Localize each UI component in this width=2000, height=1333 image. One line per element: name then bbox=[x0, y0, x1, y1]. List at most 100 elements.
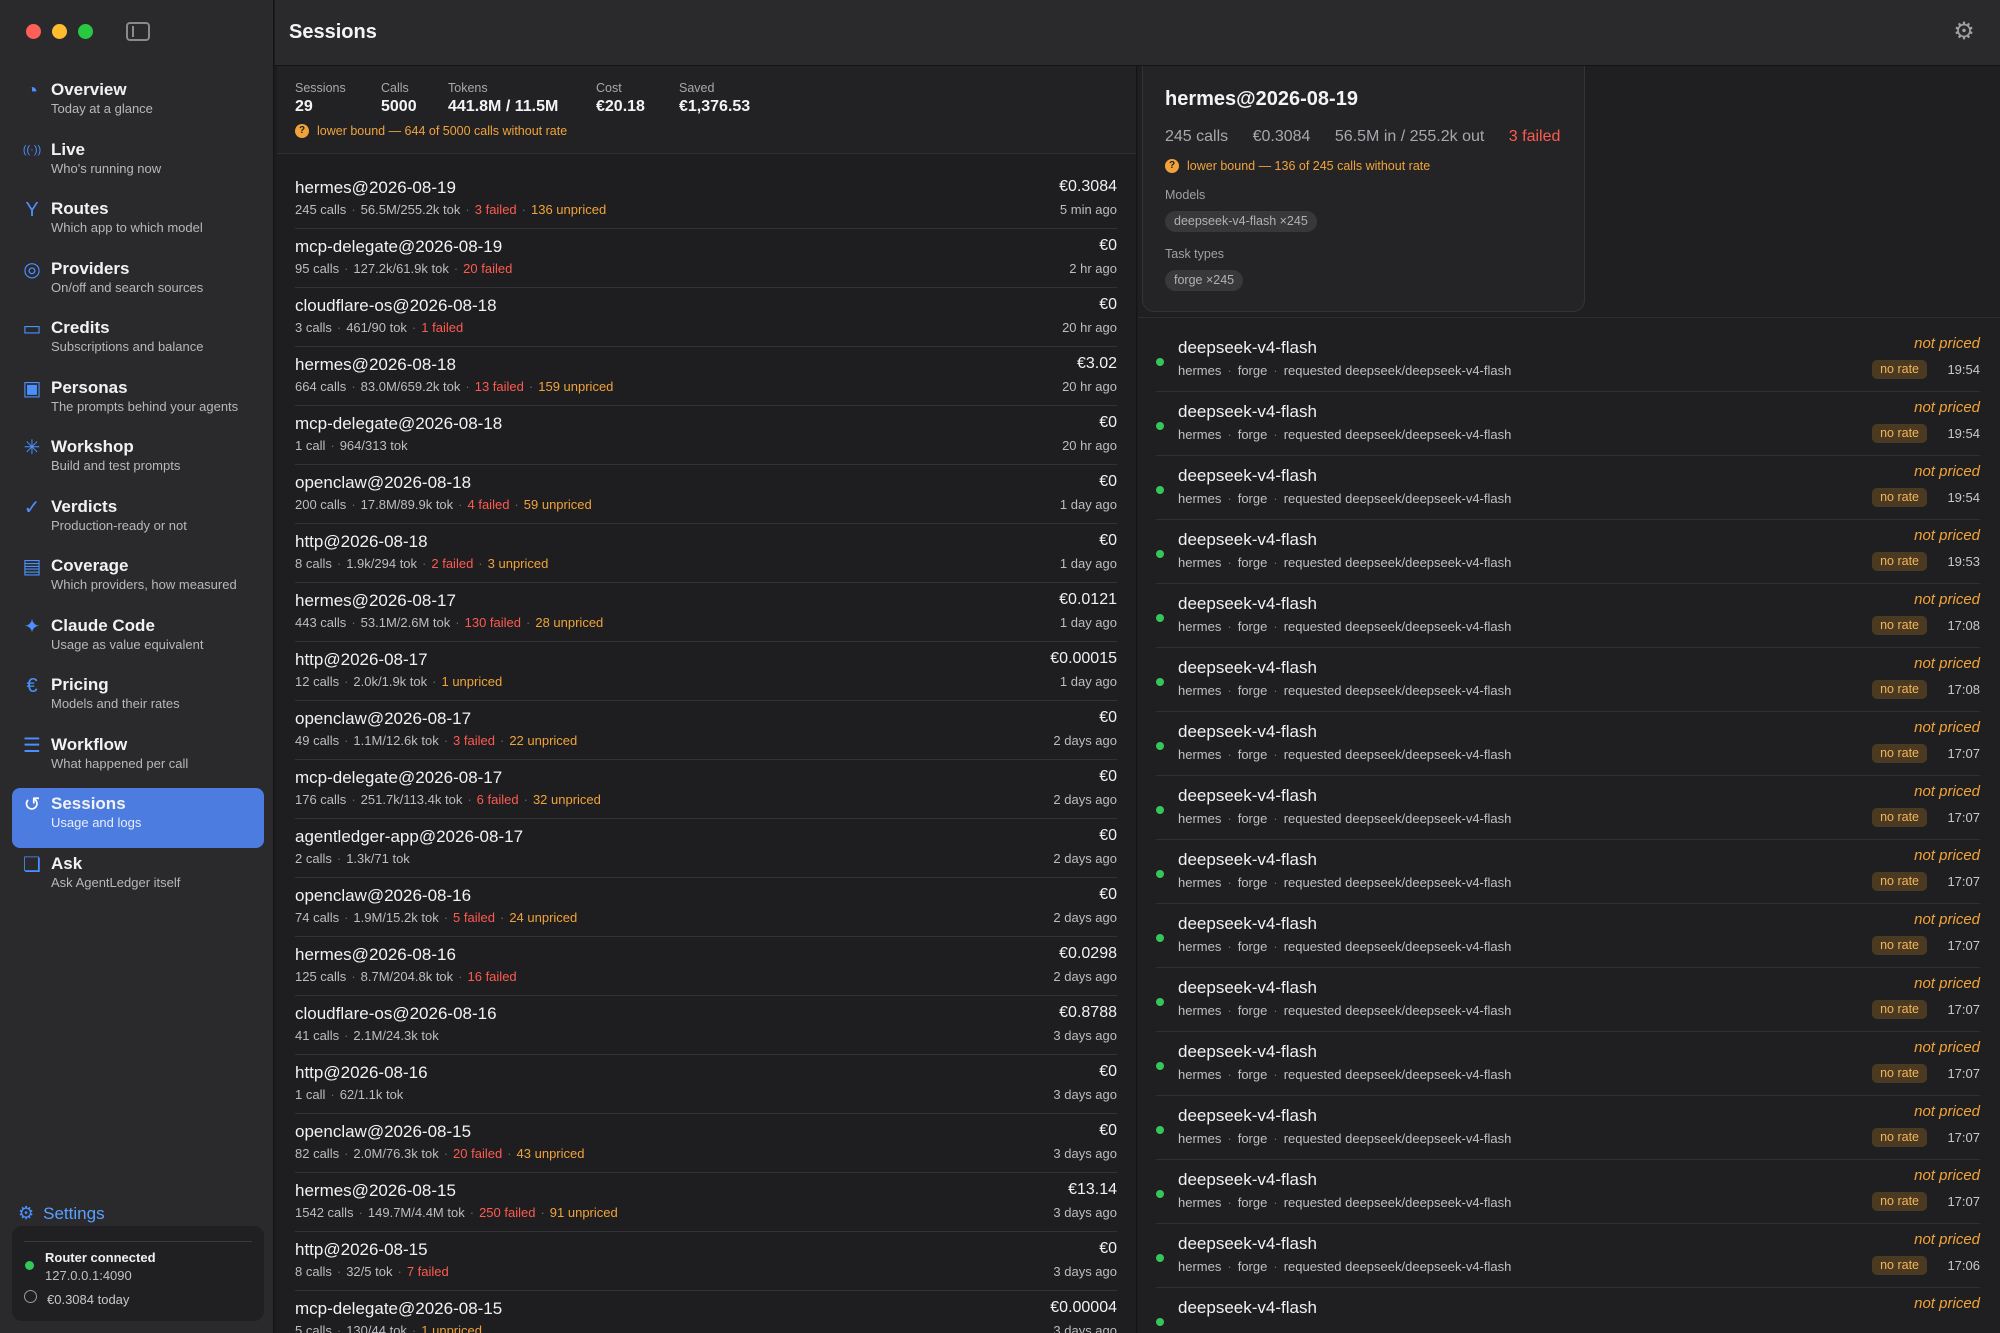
sidebar-item-routes[interactable]: Y Routes Which app to which model bbox=[12, 193, 264, 253]
router-address: 127.0.0.1:4090 bbox=[45, 1268, 132, 1283]
session-failed: 7 failed bbox=[406, 1264, 449, 1279]
zoom-window-button[interactable] bbox=[78, 24, 93, 39]
sidebar-item-credits[interactable]: ▭ Credits Subscriptions and balance bbox=[12, 312, 264, 372]
no-rate-badge: no rate bbox=[1872, 488, 1927, 507]
separator: · bbox=[455, 615, 460, 630]
session-row[interactable]: openclaw@2026-08-16 74 calls · 1.9M/15.2k t… bbox=[295, 878, 1117, 937]
no-rate-badge: no rate bbox=[1872, 424, 1927, 443]
minimize-window-button[interactable] bbox=[52, 24, 67, 39]
session-row[interactable]: hermes@2026-08-16 125 calls · 8.7M/204.8k t… bbox=[295, 937, 1117, 996]
session-time: 2 days ago bbox=[1053, 851, 1117, 866]
settings-link[interactable]: ⚙ Settings bbox=[18, 1203, 105, 1224]
separator: · bbox=[1227, 747, 1232, 762]
call-row[interactable]: deepseek-v4-flash hermes · forge · requested … bbox=[1156, 520, 1980, 584]
sidebar-item-personas[interactable]: ▣ Personas The prompts behind your agents bbox=[12, 372, 264, 432]
session-detail-card: hermes@2026-08-19 245 calls €0.3084 56.5… bbox=[1142, 66, 1585, 312]
call-row[interactable]: deepseek-v4-flash hermes · forge · requested … bbox=[1156, 1160, 1980, 1224]
separator: · bbox=[1273, 491, 1278, 506]
separator: · bbox=[336, 320, 342, 335]
session-row[interactable]: mcp-delegate@2026-08-18 1 call · 964/313 to… bbox=[295, 406, 1117, 465]
sidebar-item-workshop[interactable]: ✳ Workshop Build and test prompts bbox=[12, 431, 264, 491]
session-tokens: 8.7M/204.8k tok bbox=[360, 969, 454, 984]
call-price-status: not priced bbox=[1914, 1103, 1980, 1120]
call-row[interactable]: deepseek-v4-flash hermes · forge · requested … bbox=[1156, 712, 1980, 776]
session-row[interactable]: http@2026-08-15 8 calls · 32/5 tok · 7 failed… bbox=[295, 1232, 1117, 1291]
clock-icon bbox=[24, 1290, 37, 1303]
call-row[interactable]: deepseek-v4-flash hermes · forge · requested … bbox=[1156, 776, 1980, 840]
sidebar-item-overview[interactable]: ◔ Overview Today at a glance bbox=[12, 74, 264, 134]
call-price-status: not priced bbox=[1914, 463, 1980, 480]
call-row[interactable]: deepseek-v4-flash hermes · forge · requested … bbox=[1156, 904, 1980, 968]
sidebar-item-label: Pricing bbox=[51, 675, 109, 694]
session-row[interactable]: http@2026-08-18 8 calls · 1.9k/294 tok · 2 fa… bbox=[295, 524, 1117, 583]
call-row[interactable]: deepseek-v4-flash hermes · forge · requested … bbox=[1156, 392, 1980, 456]
session-row[interactable]: agentledger-app@2026-08-17 2 calls · 1.3k/7… bbox=[295, 819, 1117, 878]
sidebar-item-subtitle: On/off and search sources bbox=[51, 279, 204, 295]
session-row[interactable]: openclaw@2026-08-18 200 calls · 17.8M/89.9k… bbox=[295, 465, 1117, 524]
call-row[interactable]: deepseek-v4-flash hermes · forge · requested … bbox=[1156, 648, 1980, 712]
sidebar-item-claude-code[interactable]: ✦ Claude Code Usage as value equivalent bbox=[12, 610, 264, 670]
call-row[interactable]: deepseek-v4-flash hermes · forge · requested … bbox=[1156, 1096, 1980, 1160]
session-row[interactable]: http@2026-08-17 12 calls · 2.0k/1.9k tok · 1 … bbox=[295, 642, 1117, 701]
sidebar-item-subtitle: Today at a glance bbox=[51, 101, 153, 116]
router-status-panel: Router connected 127.0.0.1:4090 €0.3084 … bbox=[12, 1226, 264, 1321]
session-row[interactable]: hermes@2026-08-18 664 calls · 83.0M/659.2k … bbox=[295, 347, 1117, 406]
no-rate-badge: no rate bbox=[1872, 936, 1927, 955]
call-row[interactable]: deepseek-v4-flash hermes · forge · requested … bbox=[1156, 456, 1980, 520]
call-row[interactable]: deepseek-v4-flash hermes · forge · requested … bbox=[1156, 584, 1980, 648]
separator: · bbox=[458, 497, 463, 512]
personas-icon: ▣ bbox=[22, 377, 42, 400]
call-row[interactable]: deepseek-v4-flash not priced bbox=[1156, 1288, 1980, 1333]
call-task: forge bbox=[1237, 875, 1268, 890]
session-name: http@2026-08-15 bbox=[295, 1240, 428, 1259]
call-row[interactable]: deepseek-v4-flash hermes · forge · requested … bbox=[1156, 1224, 1980, 1288]
sidebar-item-verdicts[interactable]: ✓ Verdicts Production-ready or not bbox=[12, 491, 264, 551]
session-name: hermes@2026-08-17 bbox=[295, 591, 456, 610]
session-row[interactable]: mcp-delegate@2026-08-19 95 calls · 127.2k/6… bbox=[295, 229, 1117, 288]
session-time: 20 hr ago bbox=[1062, 379, 1117, 394]
session-row[interactable]: hermes@2026-08-15 1542 calls · 149.7M/4.4M … bbox=[295, 1173, 1117, 1232]
call-row[interactable]: deepseek-v4-flash hermes · forge · requested … bbox=[1156, 1032, 1980, 1096]
session-name: http@2026-08-18 bbox=[295, 532, 428, 551]
session-meta: 82 calls · 2.0M/76.3k tok · 20 failed · 43 unp… bbox=[295, 1146, 585, 1161]
session-name: http@2026-08-16 bbox=[295, 1063, 428, 1082]
session-tokens: 83.0M/659.2k tok bbox=[360, 379, 461, 394]
status-dot-icon bbox=[1156, 422, 1164, 430]
session-row[interactable]: http@2026-08-16 1 call · 62/1.1k tok €0 3 day… bbox=[295, 1055, 1117, 1114]
call-app: hermes bbox=[1178, 1259, 1222, 1274]
session-row[interactable]: openclaw@2026-08-17 49 calls · 1.1M/12.6k t… bbox=[295, 701, 1117, 760]
sidebar-toggle-icon[interactable] bbox=[126, 22, 150, 41]
session-name: mcp-delegate@2026-08-19 bbox=[295, 237, 503, 256]
session-row[interactable]: hermes@2026-08-19 245 calls · 56.5M/255.2k … bbox=[295, 170, 1117, 229]
session-row[interactable]: hermes@2026-08-17 443 calls · 53.1M/2.6M to… bbox=[295, 583, 1117, 642]
session-row[interactable]: mcp-delegate@2026-08-17 176 calls · 251.7k/… bbox=[295, 760, 1117, 819]
sidebar-item-coverage[interactable]: ▤ Coverage Which providers, how measured bbox=[12, 550, 264, 610]
status-dot-icon bbox=[1156, 934, 1164, 942]
call-row[interactable]: deepseek-v4-flash hermes · forge · requested … bbox=[1156, 968, 1980, 1032]
sidebar-item-label: Providers bbox=[51, 258, 130, 278]
sidebar-item-live[interactable]: ((·)) Live Who's running now bbox=[12, 134, 264, 194]
session-row[interactable]: cloudflare-os@2026-08-16 41 calls · 2.1M/24… bbox=[295, 996, 1117, 1055]
sidebar-item-pricing[interactable]: € Pricing Models and their rates bbox=[12, 669, 264, 729]
close-window-button[interactable] bbox=[26, 24, 41, 39]
call-row[interactable]: deepseek-v4-flash hermes · forge · requested … bbox=[1156, 328, 1980, 392]
call-price-status: not priced bbox=[1914, 335, 1980, 352]
session-row[interactable]: cloudflare-os@2026-08-18 3 calls · 461/90 t… bbox=[295, 288, 1117, 347]
model-chip: deepseek-v4-flash ×245 bbox=[1165, 211, 1317, 232]
session-unpriced: 1 unpriced bbox=[441, 674, 503, 689]
separator: · bbox=[351, 379, 356, 394]
gear-icon[interactable]: ⚙ bbox=[1950, 18, 1978, 46]
session-unpriced: 32 unpriced bbox=[532, 792, 601, 807]
separator: · bbox=[443, 1146, 449, 1161]
credits-icon: ▭ bbox=[22, 318, 42, 340]
call-requested: requested deepseek/deepseek-v4-flash bbox=[1283, 427, 1512, 442]
sidebar-item-sessions[interactable]: ↺ Sessions Usage and logs bbox=[12, 788, 264, 848]
session-row[interactable]: mcp-delegate@2026-08-15 5 calls · 130/44 to… bbox=[295, 1291, 1117, 1333]
sidebar-item-workflow[interactable]: ☰ Workflow What happened per call bbox=[12, 729, 264, 789]
call-row[interactable]: deepseek-v4-flash hermes · forge · requested … bbox=[1156, 840, 1980, 904]
call-model: deepseek-v4-flash bbox=[1178, 914, 1317, 933]
sidebar-item-ask[interactable]: ❏ Ask Ask AgentLedger itself bbox=[12, 848, 264, 908]
session-meta: 245 calls · 56.5M/255.2k tok · 3 failed · 136 … bbox=[295, 202, 606, 217]
sidebar-item-providers[interactable]: ◎ Providers On/off and search sources bbox=[12, 253, 264, 313]
session-row[interactable]: openclaw@2026-08-15 82 calls · 2.0M/76.3k t… bbox=[295, 1114, 1117, 1173]
